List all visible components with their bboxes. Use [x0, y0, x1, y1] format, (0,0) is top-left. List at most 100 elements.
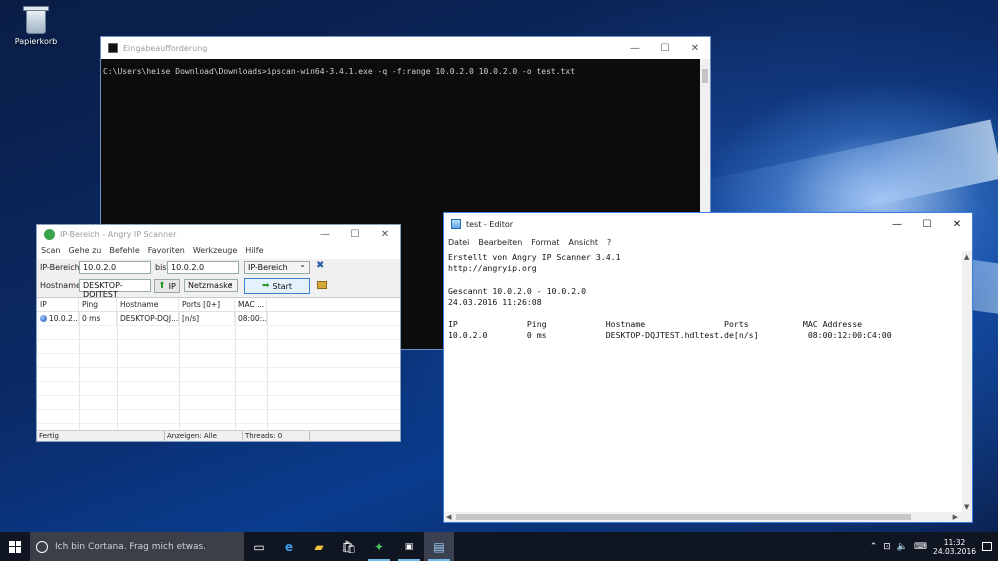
menu-scan[interactable]: Scan [41, 246, 60, 256]
cell-mac: 08:00:... [235, 312, 267, 325]
search-placeholder: Ich bin Cortana. Frag mich etwas. [55, 541, 207, 552]
ipscanner-titlebar[interactable]: IP-Bereich - Angry IP Scanner — ☐ ✕ [37, 225, 400, 243]
window-title: IP-Bereich - Angry IP Scanner [60, 229, 177, 239]
bis-label: bis [155, 263, 167, 272]
fetchers-icon[interactable] [317, 281, 327, 289]
menu-format[interactable]: Format [531, 238, 559, 248]
minimize-button[interactable]: — [620, 37, 650, 59]
scroll-down-icon[interactable]: ▼ [964, 503, 969, 511]
editor-titlebar[interactable]: test - Editor — ☐ ✕ [444, 213, 972, 235]
hostname-input[interactable]: DESKTOP-DQJTEST [79, 279, 151, 299]
volume-icon[interactable]: 🔈 [897, 542, 908, 552]
clock[interactable]: 11:32 24.03.2016 [933, 538, 976, 556]
network-icon[interactable]: ⊡ [883, 542, 891, 552]
menubar: Datei Bearbeiten Format Ansicht ? [444, 235, 972, 251]
taskbar: Ich bin Cortana. Frag mich etwas. ▭ e ▰ … [0, 532, 998, 561]
status-threads: Threads: 0 [245, 432, 283, 440]
minimize-button[interactable]: — [882, 213, 912, 235]
cell-ip: 10.0.2... [49, 314, 79, 323]
menubar: Scan Gehe zu Befehle Favoriten Werkzeuge… [37, 243, 400, 259]
range-start-input[interactable]: 10.0.2.0 [79, 261, 151, 274]
menu-help[interactable]: Hilfe [245, 246, 263, 256]
clock-date: 24.03.2016 [933, 546, 976, 556]
window-title: Eingabeaufforderung [123, 43, 208, 53]
range-label: IP-Bereich: [40, 263, 83, 272]
ipscanner-window[interactable]: IP-Bereich - Angry IP Scanner — ☐ ✕ Scan… [36, 224, 401, 442]
angry-ip-icon[interactable]: ✦ [364, 532, 394, 561]
cortana-icon [36, 540, 48, 553]
scroll-left-icon[interactable]: ◀ [446, 513, 451, 521]
menu-help[interactable]: ? [607, 238, 611, 248]
text-line: http://angryip.org [448, 263, 537, 274]
minimize-button[interactable]: — [310, 225, 340, 243]
window-title: test - Editor [466, 219, 514, 229]
arrow-up-icon: ⬆ [158, 281, 166, 291]
desktop-icon-recycle-bin[interactable]: Papierkorb [14, 4, 58, 46]
menu-edit[interactable]: Bearbeiten [478, 238, 522, 248]
clock-time: 11:32 [943, 537, 966, 547]
menu-favorites[interactable]: Favoriten [148, 246, 185, 256]
notification-center-icon[interactable] [982, 542, 992, 551]
text-line: 24.03.2016 11:26:08 [448, 296, 542, 307]
scroll-right-icon[interactable]: ▶ [953, 513, 958, 521]
column-header-mac[interactable]: MAC ... [235, 298, 267, 311]
menu-tools[interactable]: Werkzeuge [193, 246, 237, 256]
range-end-input[interactable]: 10.0.2.0 [167, 261, 239, 274]
editor-window[interactable]: test - Editor — ☐ ✕ Datei Bearbeiten For… [443, 212, 973, 523]
vertical-scrollbar[interactable]: ▲ ▼ [962, 251, 972, 513]
notepad-icon[interactable]: ▤ [424, 532, 454, 561]
edge-icon[interactable]: e [274, 532, 304, 561]
chevron-up-icon[interactable]: ⌃ [870, 542, 878, 552]
ip-lookup-button[interactable]: ⬆ IP [154, 279, 180, 293]
desktop: Papierkorb Eingabeaufforderung — ☐ ✕ C:\… [0, 0, 998, 532]
netmask-select[interactable]: Netzmaske [184, 278, 238, 292]
column-header-hostname[interactable]: Hostname [117, 298, 179, 311]
menu-commands[interactable]: Befehle [109, 246, 139, 256]
maximize-button[interactable]: ☐ [340, 225, 370, 243]
horizontal-scrollbar[interactable]: ◀ ▶ [444, 512, 972, 522]
close-button[interactable]: ✕ [942, 213, 972, 235]
menu-file[interactable]: Datei [448, 238, 469, 248]
menu-goto[interactable]: Gehe zu [68, 246, 101, 256]
system-tray: ⌃ ⊡ 🔈 ⌨ 11:32 24.03.2016 [870, 538, 998, 556]
column-header-ip[interactable]: IP [37, 298, 79, 311]
preferences-icon[interactable]: ✖ [316, 260, 324, 271]
windows-logo-icon [9, 540, 21, 553]
start-button-label: Start [272, 281, 293, 291]
status-display: Anzeigen: Alle [167, 432, 217, 440]
cmd-titlebar[interactable]: Eingabeaufforderung — ☐ ✕ [101, 37, 710, 59]
column-header-ping[interactable]: Ping [79, 298, 117, 311]
keyboard-icon[interactable]: ⌨ [914, 542, 927, 552]
close-button[interactable]: ✕ [680, 37, 710, 59]
host-alive-icon [40, 315, 47, 322]
cmd-icon[interactable]: ▣ [394, 532, 424, 561]
results-table[interactable]: IP Ping Hostname Ports [0+] MAC ... 10.0… [37, 297, 400, 432]
text-editor-area[interactable]: Erstellt von Angry IP Scanner 3.4.1 http:… [444, 251, 962, 513]
cortana-search-box[interactable]: Ich bin Cortana. Frag mich etwas. [30, 532, 244, 561]
store-icon[interactable]: 🛍 [334, 532, 364, 561]
maximize-button[interactable]: ☐ [912, 213, 942, 235]
status-state: Fertig [39, 432, 59, 440]
task-view-icon[interactable]: ▭ [244, 532, 274, 561]
text-line: Erstellt von Angry IP Scanner 3.4.1 [448, 252, 621, 262]
cell-ping: 0 ms [79, 312, 117, 325]
recycle-bin-icon [23, 4, 49, 34]
angry-ip-icon [44, 228, 55, 240]
column-header-ports[interactable]: Ports [0+] [179, 298, 235, 311]
status-bar: Fertig Anzeigen: Alle Threads: 0 [37, 430, 400, 442]
scan-form: IP-Bereich: 10.0.2.0 bis 10.0.2.0 IP-Ber… [37, 259, 400, 299]
cell-hostname: DESKTOP-DQJ... [117, 312, 179, 325]
start-button[interactable] [0, 532, 30, 561]
mode-select[interactable]: IP-Bereich [244, 260, 310, 274]
explorer-icon[interactable]: ▰ [304, 532, 334, 561]
scroll-up-icon[interactable]: ▲ [964, 253, 969, 261]
notepad-icon [451, 219, 461, 229]
table-row[interactable]: 10.0.2... 0 ms DESKTOP-DQJ... [n/s] 08:0… [37, 312, 400, 326]
cmd-icon [108, 43, 118, 53]
close-button[interactable]: ✕ [370, 225, 400, 243]
text-line: Gescannt 10.0.2.0 - 10.0.2.0 [448, 285, 587, 296]
hostname-label: Hostname: [40, 281, 84, 290]
maximize-button[interactable]: ☐ [650, 37, 680, 59]
start-button[interactable]: ➡ Start [244, 278, 310, 294]
menu-view[interactable]: Ansicht [569, 238, 599, 248]
